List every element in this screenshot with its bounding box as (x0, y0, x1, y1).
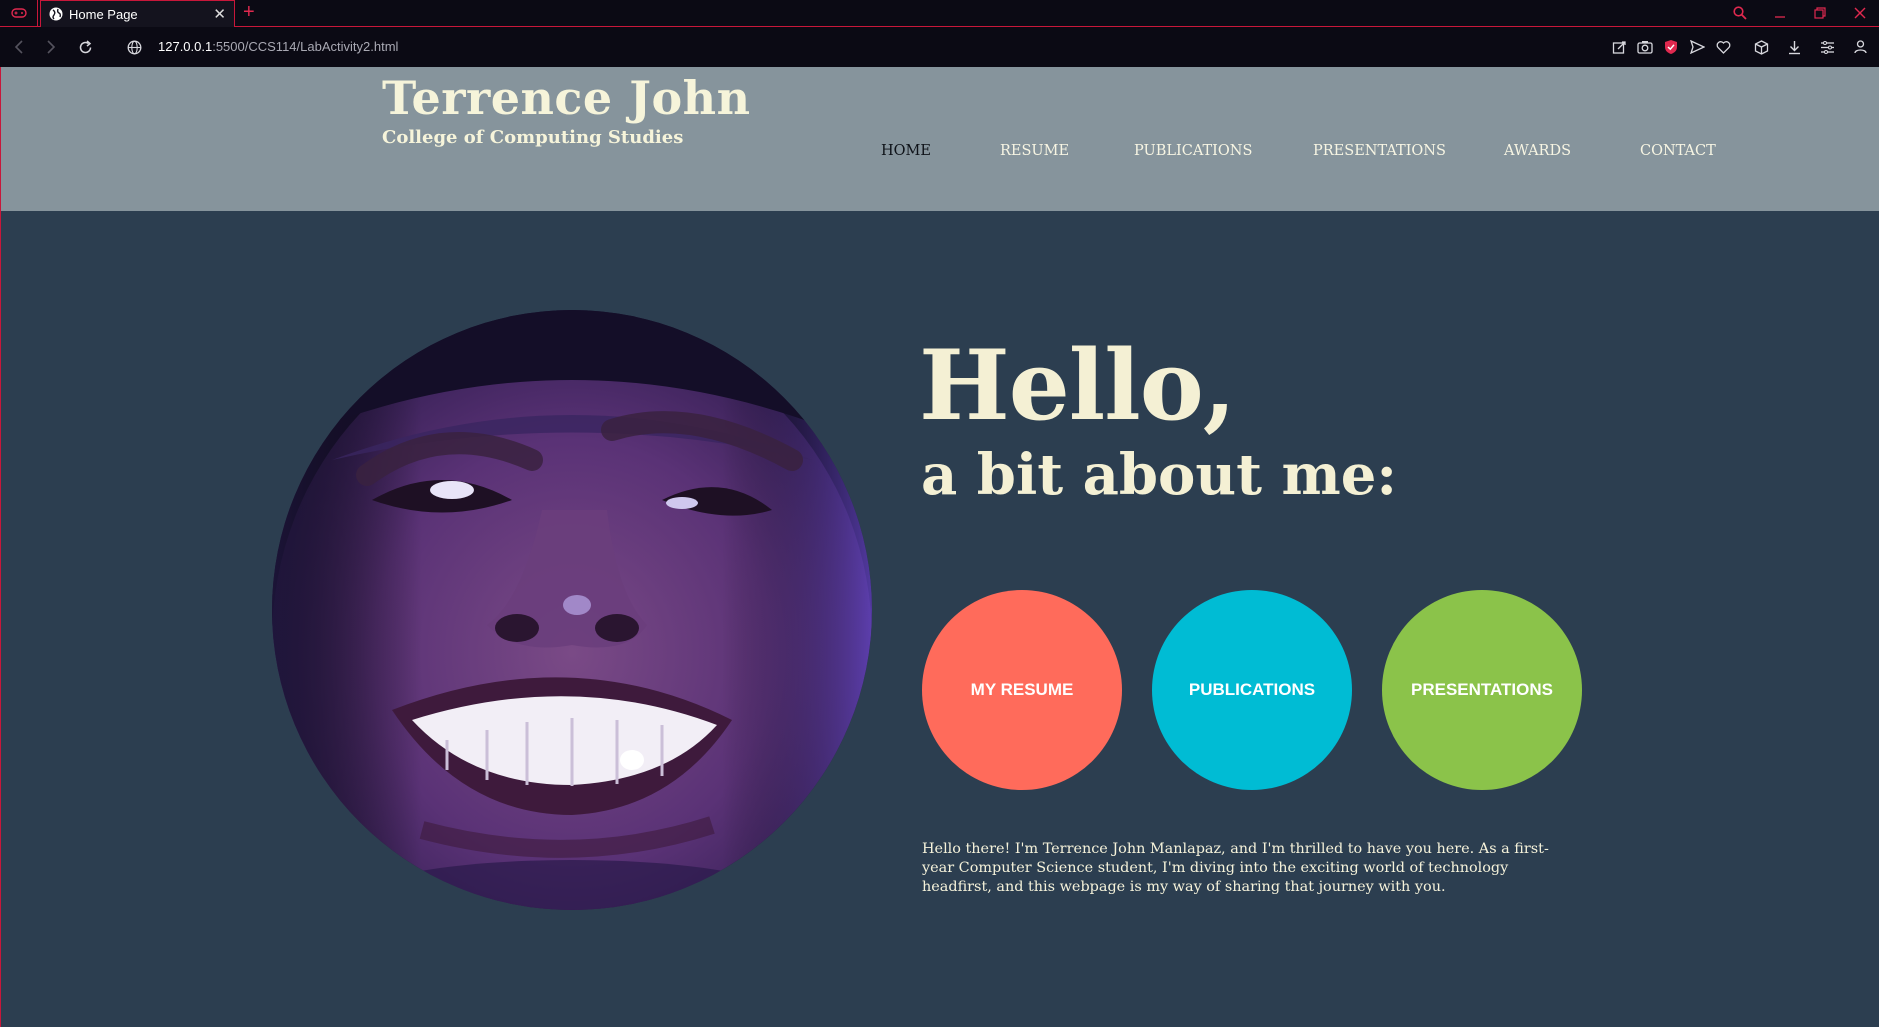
site-header: Terrence John College of Computing Studi… (1, 67, 1879, 211)
minimize-icon[interactable] (1770, 0, 1790, 26)
tab-bar: Home Page ✕ + (0, 0, 1879, 27)
shield-icon[interactable] (1662, 38, 1680, 56)
publications-button[interactable]: PUBLICATIONS (1152, 590, 1352, 790)
forward-icon[interactable] (41, 37, 61, 57)
search-icon[interactable] (1730, 0, 1750, 26)
intro-paragraph: Hello there! I'm Terrence John Manlapaz,… (922, 841, 1549, 895)
reload-icon[interactable] (75, 37, 95, 57)
nav-contact[interactable]: CONTACT (1640, 143, 1716, 159)
nav-awards[interactable]: AWARDS (1504, 143, 1571, 159)
close-window-icon[interactable] (1850, 0, 1870, 26)
web-page: Terrence John College of Computing Studi… (0, 67, 1879, 1027)
url-host: 127.0.0.1 (158, 39, 213, 54)
hero-subheading: a bit about me: (921, 442, 1397, 508)
site-subtitle: College of Computing Studies (382, 127, 684, 148)
globe-icon (49, 7, 63, 21)
tab-close-icon[interactable]: ✕ (213, 7, 226, 22)
url-path: :5500/CCS114/LabActivity2.html (212, 39, 399, 54)
restore-icon[interactable] (1810, 0, 1830, 26)
my-resume-button[interactable]: MY RESUME (922, 590, 1122, 790)
nav-presentations[interactable]: PRESENTATIONS (1313, 143, 1446, 159)
camera-icon[interactable] (1636, 38, 1654, 56)
url-field[interactable]: 127.0.0.1:5500/CCS114/LabActivity2.html (158, 39, 398, 54)
nav-home[interactable]: HOME (881, 143, 931, 159)
address-bar: 127.0.0.1:5500/CCS114/LabActivity2.html (0, 27, 1879, 67)
send-icon[interactable] (1688, 38, 1706, 56)
new-tab-button[interactable]: + (243, 1, 255, 23)
tab-home-page[interactable]: Home Page ✕ (40, 0, 235, 27)
presentations-button[interactable]: PRESENTATIONS (1382, 590, 1582, 790)
site-name: Terrence John (382, 71, 751, 125)
heart-icon[interactable] (1714, 38, 1732, 56)
site-info-icon[interactable] (124, 37, 144, 57)
cube-icon[interactable] (1752, 38, 1770, 56)
snapshot-icon[interactable] (1610, 38, 1628, 56)
menu-icon[interactable] (1818, 38, 1836, 56)
profile-icon[interactable] (1851, 38, 1869, 56)
nav-resume[interactable]: RESUME (1000, 143, 1069, 159)
back-icon[interactable] (9, 37, 29, 57)
nav-publications[interactable]: PUBLICATIONS (1134, 143, 1252, 159)
gamepad-icon[interactable] (0, 0, 38, 26)
tab-title: Home Page (69, 6, 138, 22)
download-icon[interactable] (1785, 38, 1803, 56)
profile-photo (272, 310, 872, 910)
hero-greeting: Hello, (919, 329, 1236, 442)
